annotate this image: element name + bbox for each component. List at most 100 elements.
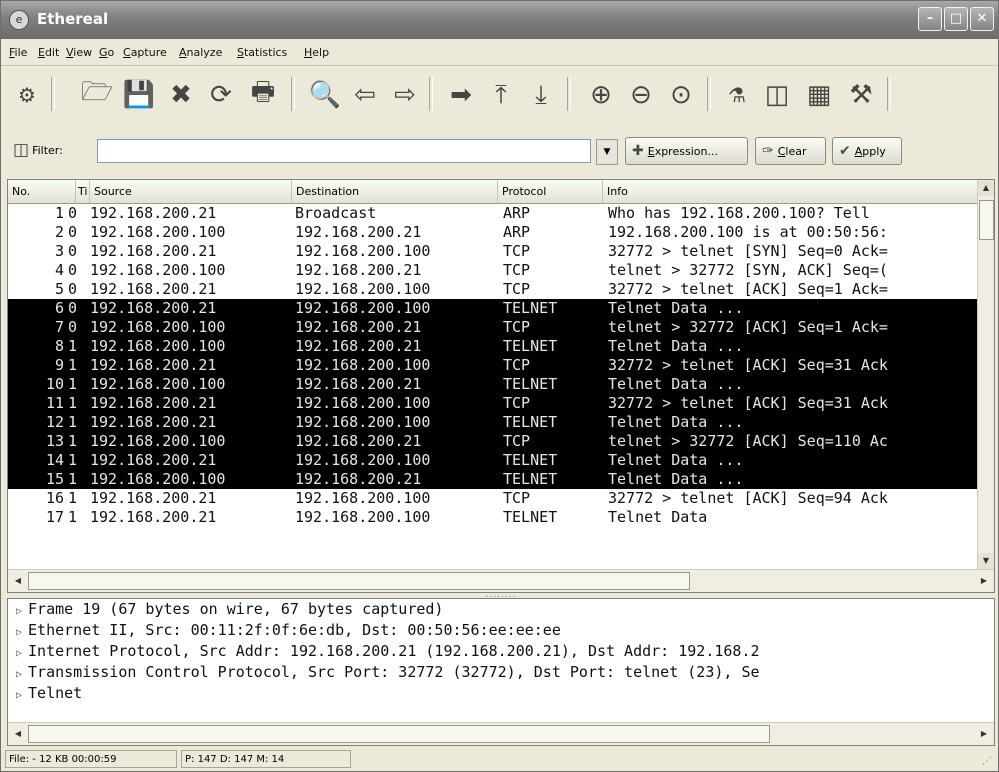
cell-time: 0: [68, 204, 78, 222]
packet-row[interactable]: 5 0 192.168.200.21 192.168.200.100 TCP 32772 …: [8, 280, 978, 299]
packet-list-vertical-scrollbar[interactable]: ▲ ▼: [977, 180, 994, 569]
filter-input[interactable]: [97, 139, 591, 163]
filter-button[interactable]: ◫ Filter:: [13, 138, 93, 162]
scroll-up-icon[interactable]: ▲: [978, 180, 994, 196]
details-tree-item[interactable]: ▷ Transmission Control Protocol, Src Port…: [8, 662, 994, 683]
menu-statistics[interactable]: Statistics: [237, 46, 287, 59]
scroll-right-icon[interactable]: ▶: [976, 573, 992, 589]
column-header-protocol[interactable]: Protocol: [498, 180, 603, 203]
details-tree-item[interactable]: ▷ Frame 19 (67 bytes on wire, 67 bytes ca…: [8, 599, 994, 620]
column-header-no[interactable]: No.: [8, 180, 76, 203]
details-tree-item[interactable]: ▷ Internet Protocol, Src Addr: 192.168.20…: [8, 641, 994, 662]
go-to-last-icon[interactable]: ⤓: [521, 75, 561, 115]
packet-row[interactable]: 9 1 192.168.200.21 192.168.200.100 TCP 32772 …: [8, 356, 978, 375]
menu-edit[interactable]: Edit: [38, 46, 59, 59]
packet-row[interactable]: 17 1 192.168.200.21 192.168.200.100 TELNET Te…: [8, 508, 978, 527]
zoom-in-icon[interactable]: ⊕: [581, 75, 621, 115]
column-header-source[interactable]: Source: [90, 180, 292, 203]
go-to-first-icon[interactable]: ⤒: [481, 75, 521, 115]
apply-button[interactable]: ✔ Apply: [832, 137, 902, 165]
zoom-out-icon[interactable]: ⊖: [621, 75, 661, 115]
details-horizontal-scrollbar[interactable]: ◀ ▶: [8, 722, 994, 745]
zoom-normal-icon[interactable]: ⊙: [661, 75, 701, 115]
packet-row[interactable]: 4 0 192.168.200.100 192.168.200.21 TCP telnet…: [8, 261, 978, 280]
column-header-destination[interactable]: Destination: [292, 180, 498, 203]
menu-file[interactable]: File: [9, 46, 27, 59]
packet-row[interactable]: 12 1 192.168.200.21 192.168.200.100 TELNET Te…: [8, 413, 978, 432]
filter-label: Filter:: [32, 143, 63, 157]
expression-label: Expression...: [647, 144, 718, 158]
expand-arrow-icon[interactable]: ▷: [16, 690, 22, 701]
packet-list[interactable]: No. Ti Source Destination Protocol Info …: [7, 179, 995, 593]
ethereal-app-icon[interactable]: e: [9, 10, 29, 30]
packet-row[interactable]: 10 1 192.168.200.100 192.168.200.21 TELNET Te…: [8, 375, 978, 394]
cell-destination: 192.168.200.21: [295, 223, 422, 241]
expand-arrow-icon[interactable]: ▷: [16, 669, 22, 680]
maximize-button[interactable]: □: [944, 7, 968, 31]
display-filters-icon[interactable]: ◫: [757, 75, 797, 115]
preferences-icon[interactable]: ⚒: [841, 75, 881, 115]
cell-time: 1: [68, 413, 78, 431]
packet-row[interactable]: 11 1 192.168.200.21 192.168.200.100 TCP 32772…: [8, 394, 978, 413]
column-header-time[interactable]: Ti: [76, 180, 90, 203]
expand-arrow-icon[interactable]: ▷: [16, 648, 22, 659]
cell-destination: 192.168.200.100: [295, 489, 431, 507]
details-tree-label: Internet Protocol, Src Addr: 192.168.200…: [28, 642, 760, 660]
scroll-thumb[interactable]: [979, 200, 994, 240]
packet-row[interactable]: 14 1 192.168.200.21 192.168.200.100 TELNET Te…: [8, 451, 978, 470]
clear-button[interactable]: ✑ Clear: [755, 137, 826, 165]
details-tree-item[interactable]: ▷ Telnet: [8, 683, 994, 704]
expand-arrow-icon[interactable]: ▷: [16, 606, 22, 617]
title-bar[interactable]: e Ethereal – □ ✕: [1, 1, 998, 39]
minimize-button[interactable]: –: [918, 7, 942, 31]
go-back-icon[interactable]: ⇦: [345, 75, 385, 115]
scroll-thumb[interactable]: [28, 725, 770, 743]
menu-view[interactable]: View: [66, 46, 92, 59]
column-header-info[interactable]: Info: [603, 180, 978, 203]
close-capture-icon[interactable]: ✖: [161, 75, 201, 115]
coloring-rules-icon[interactable]: ▦: [799, 75, 839, 115]
menu-capture[interactable]: Capture: [123, 46, 167, 59]
scroll-right-icon[interactable]: ▶: [976, 726, 992, 742]
packet-row[interactable]: 1 0 192.168.200.21 Broadcast ARP Who has 192.…: [8, 204, 978, 223]
scroll-thumb[interactable]: [28, 572, 690, 590]
cell-protocol: ARP: [503, 223, 531, 241]
menu-bar: File Edit View Go Capture Analyze Statis…: [1, 41, 998, 66]
packet-details-pane[interactable]: ▷ Frame 19 (67 bytes on wire, 67 bytes ca…: [7, 598, 995, 746]
resize-grip-icon[interactable]: ⋰: [982, 756, 992, 767]
interface-list-icon[interactable]: ⚙: [7, 75, 47, 115]
go-forward-icon[interactable]: ⇨: [385, 75, 425, 115]
filter-dropdown-arrow[interactable]: ▼: [596, 139, 618, 165]
expression-button[interactable]: ✚ Expression...: [625, 137, 748, 165]
packet-row[interactable]: 16 1 192.168.200.21 192.168.200.100 TCP 32772…: [8, 489, 978, 508]
cell-time: 1: [68, 489, 78, 507]
scroll-down-icon[interactable]: ▼: [978, 553, 994, 569]
cell-no: 10: [45, 375, 64, 393]
open-icon[interactable]: 🗁: [77, 75, 117, 115]
packet-row[interactable]: 6 0 192.168.200.21 192.168.200.100 TELNET Tel…: [8, 299, 978, 318]
expand-arrow-icon[interactable]: ▷: [16, 627, 22, 638]
scroll-left-icon[interactable]: ◀: [10, 726, 26, 742]
packet-list-horizontal-scrollbar[interactable]: ◀ ▶: [8, 569, 994, 592]
cell-source: 192.168.200.21: [90, 451, 217, 469]
reload-icon[interactable]: ⟳: [201, 75, 241, 115]
packet-row[interactable]: 13 1 192.168.200.100 192.168.200.21 TCP telne…: [8, 432, 978, 451]
packet-row[interactable]: 2 0 192.168.200.100 192.168.200.21 ARP 192.16…: [8, 223, 978, 242]
menu-analyze[interactable]: Analyze: [179, 46, 222, 59]
cell-info: Telnet Data ...: [608, 299, 744, 317]
capture-filters-icon[interactable]: ⚗: [717, 75, 757, 115]
packet-row[interactable]: 8 1 192.168.200.100 192.168.200.21 TELNET Tel…: [8, 337, 978, 356]
cell-time: 1: [68, 470, 78, 488]
menu-go[interactable]: Go: [99, 46, 114, 59]
save-icon[interactable]: 💾: [119, 75, 159, 115]
print-icon[interactable]: 🖶: [243, 75, 283, 115]
close-button[interactable]: ✕: [970, 7, 994, 31]
scroll-left-icon[interactable]: ◀: [10, 573, 26, 589]
details-tree-item[interactable]: ▷ Ethernet II, Src: 00:11:2f:0f:6e:db, Ds…: [8, 620, 994, 641]
go-to-packet-icon[interactable]: ➡: [441, 75, 481, 115]
packet-row[interactable]: 15 1 192.168.200.100 192.168.200.21 TELNET Te…: [8, 470, 978, 489]
find-packet-icon[interactable]: 🔍: [305, 75, 345, 115]
menu-help[interactable]: Help: [304, 46, 329, 59]
packet-row[interactable]: 7 0 192.168.200.100 192.168.200.21 TCP telnet…: [8, 318, 978, 337]
packet-row[interactable]: 3 0 192.168.200.21 192.168.200.100 TCP 32772 …: [8, 242, 978, 261]
